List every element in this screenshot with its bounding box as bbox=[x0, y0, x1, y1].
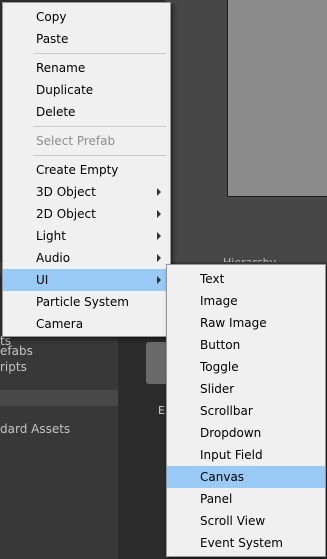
menu-item-label: Slider bbox=[200, 382, 235, 396]
menu-item-camera[interactable]: Camera bbox=[3, 313, 170, 335]
scene-viewport bbox=[227, 0, 327, 197]
project-selected-row bbox=[0, 390, 118, 406]
menu-item-label: Particle System bbox=[36, 295, 129, 309]
submenu-item-canvas[interactable]: Canvas bbox=[167, 466, 325, 488]
menu-item-label: Scroll View bbox=[200, 514, 266, 528]
menu-item-particle-system[interactable]: Particle System bbox=[3, 291, 170, 313]
submenu-item-scrollbar[interactable]: Scrollbar bbox=[167, 400, 325, 422]
submenu-item-button[interactable]: Button bbox=[167, 334, 325, 356]
project-panel: ts efabs ripts dard Assets bbox=[0, 334, 119, 559]
menu-item-select-prefab: Select Prefab bbox=[3, 130, 170, 152]
menu-item-label: Select Prefab bbox=[36, 134, 116, 148]
submenu-item-panel[interactable]: Panel bbox=[167, 488, 325, 510]
menu-item-delete[interactable]: Delete bbox=[3, 101, 170, 123]
asset-label: E bbox=[158, 404, 165, 417]
menu-item-label: Text bbox=[200, 272, 225, 286]
menu-item-label: Button bbox=[200, 338, 241, 352]
submenu-item-slider[interactable]: Slider bbox=[167, 378, 325, 400]
menu-item-label: Light bbox=[36, 229, 66, 243]
menu-item-label: Toggle bbox=[200, 360, 239, 374]
submenu-arrow-icon bbox=[157, 188, 161, 196]
menu-item-label: Event System bbox=[200, 536, 283, 550]
menu-item-label: Rename bbox=[36, 61, 86, 75]
ui-submenu: Text Image Raw Image Button Toggle Slide… bbox=[166, 264, 326, 557]
menu-item-label: Image bbox=[200, 294, 238, 308]
menu-item-label: UI bbox=[36, 273, 49, 287]
menu-item-label: Dropdown bbox=[200, 426, 262, 440]
menu-item-audio[interactable]: Audio bbox=[3, 247, 170, 269]
menu-item-rename[interactable]: Rename bbox=[3, 57, 170, 79]
submenu-arrow-icon bbox=[157, 210, 161, 218]
menu-item-label: Panel bbox=[200, 492, 233, 506]
menu-item-3d-object[interactable]: 3D Object bbox=[3, 181, 170, 203]
submenu-arrow-icon bbox=[157, 276, 161, 284]
menu-separator bbox=[33, 126, 166, 127]
submenu-item-event-system[interactable]: Event System bbox=[167, 532, 325, 554]
menu-item-label: Input Field bbox=[200, 448, 263, 462]
submenu-item-input-field[interactable]: Input Field bbox=[167, 444, 325, 466]
menu-item-label: 2D Object bbox=[36, 207, 96, 221]
menu-item-paste[interactable]: Paste bbox=[3, 28, 170, 50]
submenu-item-dropdown[interactable]: Dropdown bbox=[167, 422, 325, 444]
submenu-arrow-icon bbox=[157, 254, 161, 262]
menu-item-label: 3D Object bbox=[36, 185, 96, 199]
submenu-arrow-icon bbox=[157, 232, 161, 240]
menu-item-label: Camera bbox=[36, 317, 84, 331]
asset-grid: E bbox=[118, 336, 168, 559]
project-folder-item[interactable]: dard Assets bbox=[0, 422, 70, 436]
submenu-item-scroll-view[interactable]: Scroll View bbox=[167, 510, 325, 532]
menu-item-ui[interactable]: UI bbox=[3, 269, 170, 291]
folder-icon[interactable] bbox=[146, 342, 168, 384]
menu-item-label: Canvas bbox=[200, 470, 245, 484]
menu-item-label: Scrollbar bbox=[200, 404, 253, 418]
menu-item-copy[interactable]: Copy bbox=[3, 6, 170, 28]
project-folder-item[interactable]: efabs bbox=[0, 344, 33, 358]
menu-item-label: Duplicate bbox=[36, 83, 94, 97]
menu-item-create-empty[interactable]: Create Empty bbox=[3, 159, 170, 181]
menu-item-label: Create Empty bbox=[36, 163, 119, 177]
menu-item-label: Audio bbox=[36, 251, 71, 265]
submenu-item-toggle[interactable]: Toggle bbox=[167, 356, 325, 378]
project-folder-item[interactable]: ripts bbox=[0, 360, 27, 374]
submenu-item-text[interactable]: Text bbox=[167, 268, 325, 290]
menu-item-label: Copy bbox=[36, 10, 67, 24]
menu-item-label: Delete bbox=[36, 105, 76, 119]
menu-item-label: Paste bbox=[36, 32, 69, 46]
submenu-item-image[interactable]: Image bbox=[167, 290, 325, 312]
menu-item-label: Raw Image bbox=[200, 316, 267, 330]
scene-panel: Hierarchy bbox=[165, 0, 327, 269]
menu-separator bbox=[33, 53, 166, 54]
context-menu: Copy Paste Rename Duplicate Delete Selec… bbox=[2, 2, 171, 337]
menu-item-light[interactable]: Light bbox=[3, 225, 170, 247]
menu-separator bbox=[33, 155, 166, 156]
submenu-item-raw-image[interactable]: Raw Image bbox=[167, 312, 325, 334]
menu-item-duplicate[interactable]: Duplicate bbox=[3, 79, 170, 101]
menu-item-2d-object[interactable]: 2D Object bbox=[3, 203, 170, 225]
